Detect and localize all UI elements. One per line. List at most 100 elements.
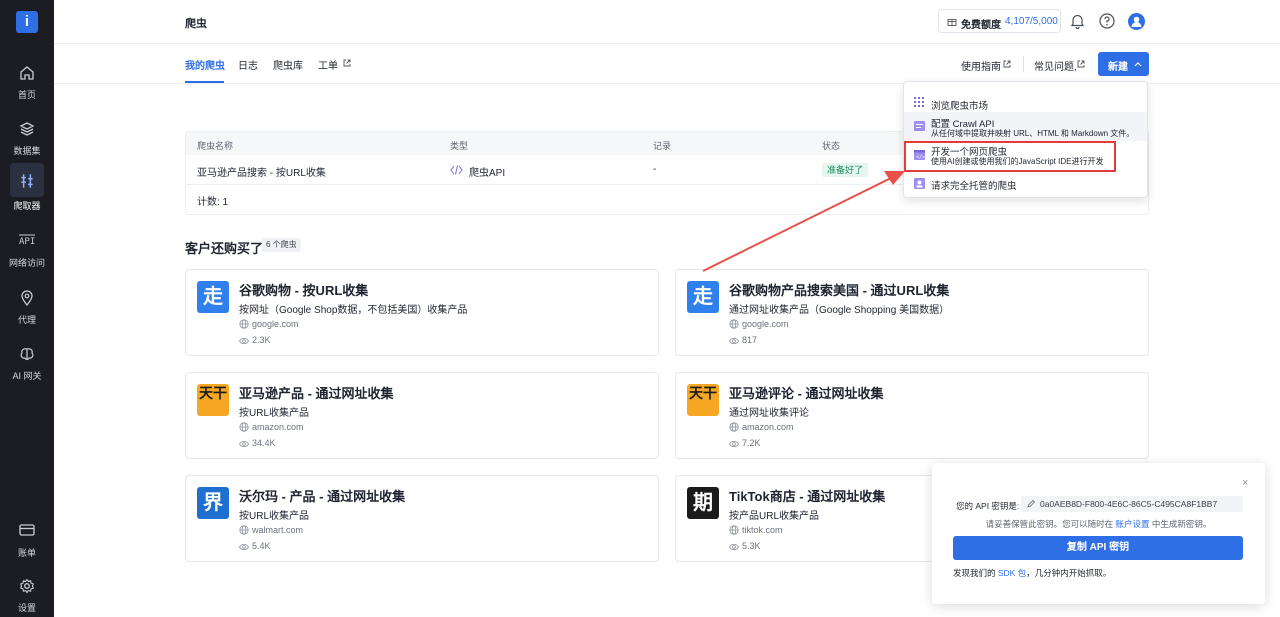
crawler-type: 爬虫API — [469, 168, 506, 179]
crawl-api-icon — [914, 121, 925, 131]
crawler-card-desc: 通过网址收集评论 — [729, 408, 809, 419]
menu-item-subtitle: 从任何域中提取并映射 URL、HTML 和 Markdown 文件。 — [931, 129, 1135, 138]
tab-my-crawlers[interactable]: 我的爬虫 — [185, 57, 225, 72]
quota-button[interactable]: 免费额度 4,107/5,000 — [938, 9, 1061, 33]
external-link-icon — [1003, 60, 1011, 68]
api-key-field[interactable]: 0a0AEB8D-F800-4E6C-86C5-C495CA8F1BB7 — [1021, 496, 1243, 512]
crawler-card-title[interactable]: 亚马逊产品 - 通过网址收集 — [239, 383, 394, 402]
crawler-card-title[interactable]: 亚马逊评论 - 通过网址收集 — [729, 383, 884, 402]
location-pin-icon — [21, 290, 33, 306]
domain-text: amazon.com — [742, 422, 794, 432]
crawler-card-views: 7.2K — [729, 438, 761, 448]
account-settings-link[interactable]: 账户设置 — [1115, 519, 1149, 529]
api-key-value: 0a0AEB8D-F800-4E6C-86C5-C495CA8F1BB7 — [1040, 499, 1218, 509]
globe-icon — [239, 319, 249, 329]
scraper-icon — [21, 174, 33, 188]
tab-logs[interactable]: 日志 — [238, 57, 258, 72]
crawler-card-domain: google.com — [239, 319, 299, 329]
svg-text:API: API — [19, 237, 35, 247]
crawler-logo: 走 — [687, 281, 719, 313]
crawler-card-title[interactable]: 谷歌购物 - 按URL收集 — [239, 280, 368, 299]
domain-text: amazon.com — [252, 422, 304, 432]
new-button-label: 新建 — [1108, 62, 1128, 73]
menu-item-label: 浏览爬虫市场 — [931, 101, 989, 112]
top-bar: 爬虫 免费额度 4,107/5,000 — [54, 0, 1280, 44]
sidebar-item-home[interactable]: 首页 — [0, 58, 54, 108]
crawler-card-title[interactable]: TikTok商店 - 通过网址收集 — [729, 486, 885, 505]
avatar-icon[interactable] — [1128, 13, 1145, 30]
faq-link[interactable]: 常见问题, — [1034, 58, 1077, 73]
sidebar-item-datasets[interactable]: 数据集 — [0, 114, 54, 164]
section-title: 客户还购买了 — [185, 241, 264, 256]
crawler-card[interactable]: 天干 亚马逊评论 - 通过网址收集通过网址收集评论 amazon.com 7.2K — [675, 372, 1149, 459]
eye-icon — [729, 337, 739, 345]
layers-icon — [19, 122, 35, 136]
crawler-logo: 天干 — [687, 384, 719, 416]
section-count-badge: 6 个爬虫 — [262, 238, 301, 252]
status-badge: 准备好了 — [822, 163, 869, 177]
views-text: 817 — [742, 335, 758, 345]
crawler-card[interactable]: 界沃尔玛 - 产品 - 通过网址收集 按URL收集产品 walmart.com 5.4… — [185, 475, 659, 562]
crawler-card[interactable]: 走谷歌购物产品搜索美国 - 通过URL收集 通过网址收集产品（Google Sho… — [675, 269, 1149, 356]
globe-icon — [239, 525, 249, 535]
crawler-card-domain: tiktok.com — [729, 525, 783, 535]
crawler-card[interactable]: 天干 亚马逊产品 - 通过网址收集 按URL收集产品 amazon.com 34.4K — [185, 372, 659, 459]
views-text: 5.4K — [252, 541, 271, 551]
app-logo[interactable]: i — [16, 11, 38, 33]
crawler-logo: 期 — [687, 487, 719, 519]
pencil-icon — [1027, 499, 1036, 508]
menu-item-crawl-api[interactable]: 配置 Crawl API 从任何域中提取并映射 URL、HTML 和 Markd… — [904, 112, 1147, 141]
new-button[interactable]: 新建 — [1098, 52, 1149, 76]
crawler-card-views: 2.3K — [239, 335, 271, 345]
sidebar-item-label: 代理 — [17, 315, 36, 325]
help-icon[interactable] — [1099, 13, 1115, 29]
column-header: 状态 — [822, 141, 841, 151]
eye-icon — [239, 337, 249, 345]
tab-tickets[interactable]: 工单 — [318, 57, 338, 72]
sidebar-item-proxy[interactable]: 代理 — [0, 283, 54, 333]
views-text: 7.2K — [742, 438, 761, 448]
crawler-card-title[interactable]: 谷歌购物产品搜索美国 - 通过URL收集 — [729, 280, 949, 299]
bell-icon[interactable] — [1070, 13, 1085, 29]
crawler-card-title[interactable]: 沃尔玛 - 产品 - 通过网址收集 — [239, 486, 405, 505]
crawler-card[interactable]: 走谷歌购物 - 按URL收集 按网址（Google Shop数据，不包括美国）收集… — [185, 269, 659, 356]
close-icon[interactable]: × — [1242, 477, 1248, 489]
crawler-card-domain: google.com — [729, 319, 789, 329]
crawler-card-domain: walmart.com — [239, 525, 303, 535]
note-text: ，几分钟内开始抓取。 — [1026, 568, 1112, 578]
crawler-card-desc: 按网址（Google Shop数据，不包括美国）收集产品 — [239, 305, 468, 316]
sidebar-item-label: 数据集 — [13, 146, 41, 156]
guide-link[interactable]: 使用指南 — [961, 58, 1001, 73]
gift-icon — [947, 19, 957, 26]
row-count: 计数: 1 — [197, 197, 229, 208]
views-text: 5.3K — [742, 541, 761, 551]
crawler-logo: 界 — [197, 487, 229, 519]
sdk-note: 发现我们的 SDK 包，几分钟内开始抓取。 — [953, 567, 1111, 579]
tab-crawler-library[interactable]: 爬虫库 — [273, 57, 303, 72]
sdk-link[interactable]: SDK 包 — [998, 568, 1026, 578]
note-text: 中生成新密钥。 — [1149, 519, 1212, 529]
sidebar-item-settings[interactable]: 设置 — [0, 571, 54, 617]
crawler-card-views: 5.4K — [239, 541, 271, 551]
home-icon — [20, 66, 34, 80]
crawler-card-domain: amazon.com — [239, 422, 304, 432]
sidebar-item-web-access[interactable]: API 网络访问 — [0, 226, 54, 276]
api-icon: API — [19, 234, 35, 247]
crawler-name[interactable]: 亚马逊产品搜索 - 按URL收集 — [197, 164, 326, 179]
divider — [1023, 56, 1024, 72]
menu-item-request-managed[interactable]: 请求完全托管的爬虫 — [904, 172, 1147, 196]
chevron-up-icon — [1134, 62, 1142, 67]
eye-icon — [729, 543, 739, 551]
page-title: 爬虫 — [185, 18, 207, 30]
sidebar-item-scrapers[interactable]: 爬取器 — [0, 163, 54, 213]
sidebar-item-label: 设置 — [17, 603, 36, 613]
sidebar-item-billing[interactable]: 账单 — [0, 516, 54, 566]
annotation-highlight-box — [904, 141, 1116, 172]
crawler-card-desc: 按产品URL收集产品 — [729, 511, 820, 522]
sidebar-item-label: 账单 — [17, 548, 36, 558]
copy-api-key-button[interactable]: 复制 API 密钥 — [953, 536, 1243, 560]
sidebar-item-ai-gateway[interactable]: AI 网关 — [0, 339, 54, 389]
tab-bar: 我的爬虫 日志 爬虫库 工单 使用指南 常见问题, 新建 — [54, 44, 1280, 84]
sidebar-item-label: 爬取器 — [13, 201, 41, 211]
domain-text: walmart.com — [252, 525, 304, 535]
